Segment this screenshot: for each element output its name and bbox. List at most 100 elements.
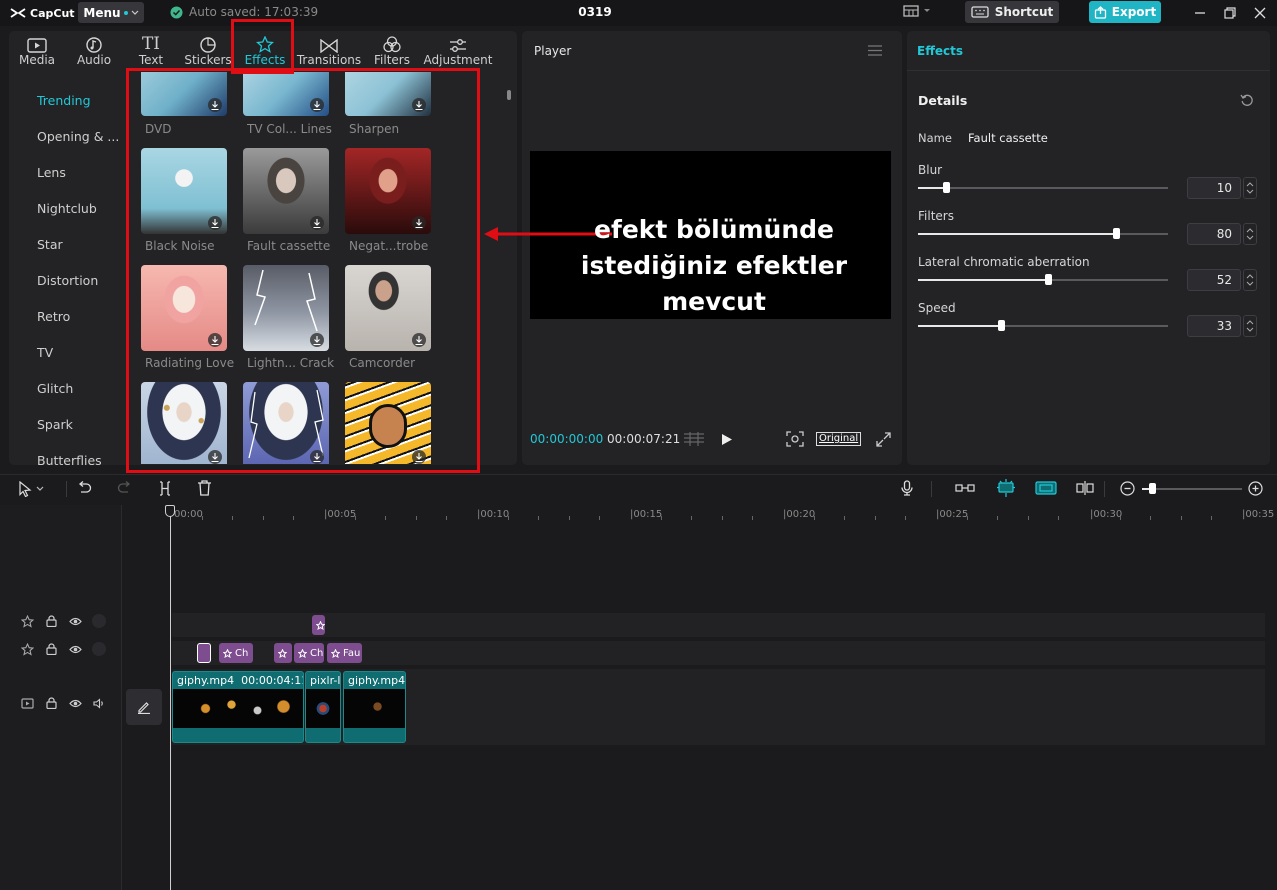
- select-tool[interactable]: [18, 481, 44, 497]
- ruler-tick: [1211, 516, 1213, 520]
- redo-icon[interactable]: [117, 481, 132, 496]
- microphone-icon[interactable]: [901, 480, 913, 496]
- delete-icon[interactable]: [197, 480, 212, 496]
- zoom-out-icon[interactable]: [1120, 481, 1135, 496]
- shortcut-label: Shortcut: [994, 5, 1054, 19]
- tab-transitions[interactable]: Transitions: [297, 31, 361, 70]
- maximize-button[interactable]: [1222, 5, 1238, 21]
- filters-stepper[interactable]: [1243, 223, 1257, 245]
- effect-clip-selected[interactable]: [197, 643, 211, 663]
- ruler-tick: [1119, 516, 1121, 520]
- effect-clip[interactable]: Ch: [294, 643, 324, 663]
- lock-icon[interactable]: [44, 642, 58, 656]
- undo-icon[interactable]: [77, 481, 92, 496]
- speed-value-input[interactable]: 33: [1187, 315, 1241, 337]
- video-clip[interactable]: pixlr-l: [305, 671, 341, 743]
- effects-icon: [278, 648, 287, 658]
- preview-axis-icon[interactable]: [1076, 481, 1094, 495]
- zoom-in-icon[interactable]: [1248, 481, 1263, 496]
- cursor-icon: [19, 481, 32, 497]
- close-button[interactable]: [1252, 5, 1268, 21]
- menu-button[interactable]: Menu: [78, 2, 144, 23]
- eye-icon[interactable]: [68, 614, 82, 628]
- layout-button[interactable]: [903, 5, 931, 17]
- track-toggle[interactable]: [92, 614, 106, 628]
- effect-name-value: Fault cassette: [968, 131, 1048, 145]
- stickers-icon: [200, 37, 216, 53]
- category-glitch[interactable]: Glitch: [37, 381, 73, 396]
- reset-icon[interactable]: [1240, 93, 1254, 107]
- eye-icon[interactable]: [68, 696, 82, 710]
- slider-knob[interactable]: [1112, 228, 1120, 239]
- effect-clip[interactable]: Ch: [219, 643, 253, 663]
- tab-effects-details[interactable]: Effects: [917, 44, 963, 58]
- tab-text[interactable]: TI Text: [132, 31, 170, 70]
- play-icon[interactable]: [721, 433, 733, 446]
- filters-value-input[interactable]: 80: [1187, 223, 1241, 245]
- minimize-button[interactable]: [1192, 5, 1208, 21]
- slider-knob[interactable]: [942, 182, 950, 193]
- tab-filters[interactable]: Filters: [372, 31, 412, 70]
- timeline-grid-icon[interactable]: [683, 432, 705, 446]
- effects-scrollbar[interactable]: [507, 90, 511, 100]
- category-trending[interactable]: Trending: [37, 93, 91, 108]
- speed-stepper[interactable]: [1243, 315, 1257, 337]
- category-spark[interactable]: Spark: [37, 417, 73, 432]
- edit-cover-button[interactable]: [126, 689, 162, 725]
- speed-slider[interactable]: [918, 320, 1168, 331]
- video-clip[interactable]: giphy.mp4 00:00:04:11: [172, 671, 304, 743]
- category-distortion[interactable]: Distortion: [37, 273, 98, 288]
- ruler-tick: [568, 516, 570, 520]
- playhead[interactable]: [170, 506, 171, 890]
- project-title: 0319: [578, 5, 612, 19]
- effect-clip[interactable]: [274, 643, 292, 663]
- blur-value-input[interactable]: 10: [1187, 177, 1241, 199]
- filters-slider[interactable]: [918, 228, 1168, 239]
- shortcut-button[interactable]: Shortcut: [965, 1, 1059, 23]
- category-butterflies[interactable]: Butterflies: [37, 453, 102, 468]
- lateral-chromatic-aberration-value-input[interactable]: 52: [1187, 269, 1241, 291]
- video-clip[interactable]: giphy.mp4: [343, 671, 406, 743]
- ruler-tick: [874, 516, 876, 520]
- tab-media[interactable]: Media: [18, 31, 56, 70]
- track-toggle[interactable]: [92, 642, 106, 656]
- main-track-magnet-icon[interactable]: [1035, 481, 1057, 495]
- hamburger-icon[interactable]: [868, 45, 882, 56]
- slider-knob[interactable]: [997, 320, 1005, 331]
- playhead-handle[interactable]: [165, 505, 175, 517]
- category-opening[interactable]: Opening & ...: [37, 129, 119, 144]
- effect-clip[interactable]: Fau: [327, 643, 362, 663]
- fullscreen-crop-icon[interactable]: [786, 431, 804, 447]
- total-time: 00:00:07:21: [607, 432, 681, 446]
- eye-icon[interactable]: [68, 642, 82, 656]
- param-label-lateral-chromatic-aberration: Lateral chromatic aberration: [918, 255, 1090, 269]
- category-retro[interactable]: Retro: [37, 309, 70, 324]
- param-label-blur: Blur: [918, 163, 943, 177]
- slider-knob[interactable]: [1045, 274, 1052, 285]
- speaker-icon[interactable]: [92, 696, 106, 710]
- tab-audio[interactable]: Audio: [75, 31, 113, 70]
- tab-adjustment[interactable]: Adjustment: [423, 31, 493, 70]
- tab-stickers[interactable]: Stickers: [184, 31, 232, 70]
- category-star[interactable]: Star: [37, 237, 63, 252]
- lock-icon[interactable]: [44, 614, 58, 628]
- lateral-chromatic-aberration-stepper[interactable]: [1243, 269, 1257, 291]
- export-button[interactable]: Export: [1089, 1, 1161, 23]
- lock-icon[interactable]: [44, 696, 58, 710]
- autosave-text: Auto saved: 17:03:39: [189, 5, 319, 19]
- category-tv[interactable]: TV: [37, 345, 53, 360]
- blur-slider[interactable]: [918, 182, 1168, 193]
- effect-clip[interactable]: [312, 615, 325, 635]
- split-icon[interactable]: [158, 481, 172, 496]
- expand-icon[interactable]: [876, 432, 891, 447]
- divider: [66, 481, 67, 497]
- blur-stepper[interactable]: [1243, 177, 1257, 199]
- category-nightclub[interactable]: Nightclub: [37, 201, 97, 216]
- category-lens[interactable]: Lens: [37, 165, 66, 180]
- link-clips-icon[interactable]: [955, 482, 975, 494]
- magnet-snap-icon[interactable]: [995, 478, 1017, 498]
- lateral-chromatic-aberration-slider[interactable]: [918, 274, 1168, 285]
- original-ratio-button[interactable]: Original: [816, 432, 862, 446]
- slider-knob[interactable]: [1149, 483, 1156, 494]
- zoom-slider[interactable]: [1142, 483, 1242, 494]
